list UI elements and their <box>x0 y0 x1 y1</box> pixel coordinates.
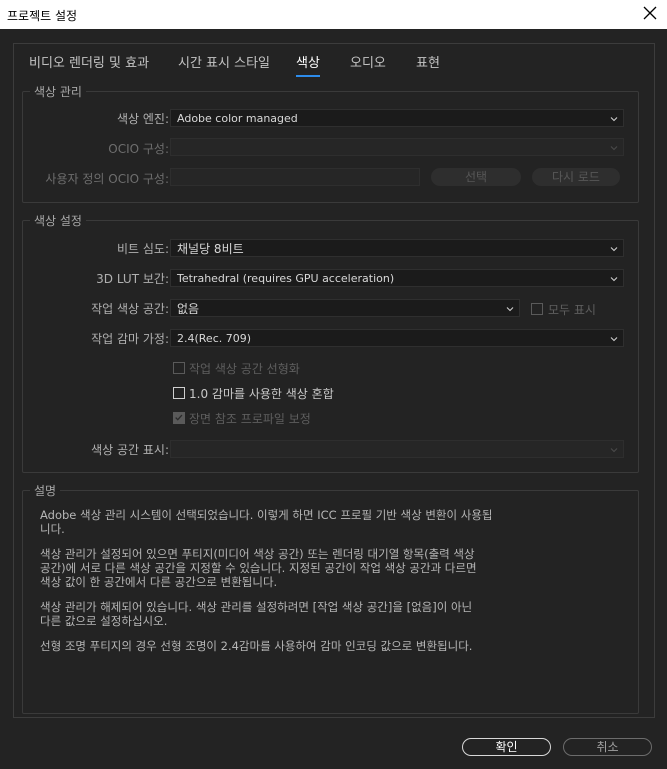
linearize-label: 작업 색상 공간 선형화 <box>189 362 300 376</box>
tab-time-display[interactable]: 시간 표시 스타일 <box>178 52 270 71</box>
display-space-label: 색상 공간 표시: <box>91 443 169 457</box>
chevron-down-icon <box>506 307 514 312</box>
chevron-down-icon <box>610 146 618 151</box>
description-title: 설명 <box>30 482 61 499</box>
color-engine-label: 색상 엔진: <box>116 112 169 126</box>
ocio-config-dropdown[interactable] <box>170 138 624 156</box>
scene-referred-checkbox[interactable] <box>173 412 185 424</box>
ok-button[interactable]: 확인 <box>462 738 551 756</box>
custom-ocio-path-field[interactable] <box>170 168 420 186</box>
bit-depth-value: 채널당 8비트 <box>177 242 244 256</box>
custom-ocio-label: 사용자 정의 OCIO 구성: <box>45 172 169 186</box>
color-management-title: 색상 관리 <box>30 83 86 100</box>
description-line: 색상 관리가 해제되어 있습니다. 색상 관리를 설정하려면 [작업 색상 공간… <box>40 600 473 614</box>
ocio-config-label: OCIO 구성: <box>108 142 169 156</box>
show-all-checkbox[interactable] <box>531 303 543 315</box>
description-line: 니다. <box>40 522 65 536</box>
close-icon[interactable] <box>643 6 657 20</box>
working-gamma-label: 작업 감마 가정: <box>91 332 169 346</box>
color-engine-value: Adobe color managed <box>177 112 298 125</box>
lut-interpolation-label: 3D LUT 보간: <box>96 272 169 286</box>
display-space-dropdown[interactable] <box>170 440 624 458</box>
working-gamma-value: 2.4(Rec. 709) <box>177 332 252 345</box>
window-title: 프로젝트 설정 <box>7 9 78 23</box>
lut-interpolation-value: Tetrahedral (requires GPU acceleration) <box>177 272 395 285</box>
description-text: Adobe 색상 관리 시스템이 선택되었습니다. 이렇게 하면 ICC 프로필… <box>40 508 540 653</box>
description-line: 색상 값이 한 공간에서 다른 공간으로 변환됩니다. <box>40 575 278 589</box>
chevron-down-icon <box>610 337 618 342</box>
color-settings-title: 색상 설정 <box>30 212 86 229</box>
description-line: 다른 값으로 설정하십시오. <box>40 614 168 628</box>
chevron-down-icon <box>610 448 618 453</box>
bit-depth-dropdown[interactable]: 채널당 8비트 <box>170 239 624 257</box>
scene-referred-label: 장면 참조 프로파일 보정 <box>189 412 311 426</box>
cancel-button[interactable]: 취소 <box>563 738 652 756</box>
working-gamma-dropdown[interactable]: 2.4(Rec. 709) <box>170 329 624 347</box>
tab-color[interactable]: 색상 <box>296 52 320 77</box>
chevron-down-icon <box>610 117 618 122</box>
tab-audio[interactable]: 오디오 <box>350 52 386 71</box>
working-space-label: 작업 색상 공간: <box>91 302 169 316</box>
reload-button[interactable]: 다시 로드 <box>532 168 620 186</box>
working-space-dropdown[interactable]: 없음 <box>170 299 520 317</box>
blend-gamma-checkbox[interactable] <box>173 387 185 399</box>
chevron-down-icon <box>610 277 618 282</box>
description-line: 색상 관리가 설정되어 있으면 푸티지(미디어 색상 공간) 또는 렌더링 대기… <box>40 547 475 561</box>
blend-gamma-label: 1.0 감마를 사용한 색상 혼합 <box>189 387 334 401</box>
show-all-label: 모두 표시 <box>548 303 596 317</box>
tab-video-rendering[interactable]: 비디오 렌더링 및 효과 <box>29 52 149 71</box>
working-space-value: 없음 <box>177 302 200 316</box>
checkmark-icon <box>175 414 183 421</box>
bit-depth-label: 비트 심도: <box>116 242 169 256</box>
title-bar: 프로젝트 설정 <box>0 0 667 29</box>
tab-expressions[interactable]: 표현 <box>416 52 440 71</box>
linearize-checkbox[interactable] <box>173 362 185 374</box>
select-button[interactable]: 선택 <box>431 168 521 186</box>
description-line: 공간)에 서로 다른 색상 공간을 지정할 수 있습니다. 지정된 공간이 작업… <box>40 561 477 575</box>
color-settings-group: 색상 설정 비트 심도: 채널당 8비트 3D LUT 보간: Tetrahed… <box>22 212 639 473</box>
description-line: 선형 조명 푸티지의 경우 선형 조명이 2.4감마를 사용하여 감마 인코딩 … <box>40 639 473 653</box>
tab-bar: 비디오 렌더링 및 효과 시간 표시 스타일 색상 오디오 표현 <box>14 44 654 77</box>
description-line: Adobe 색상 관리 시스템이 선택되었습니다. 이렇게 하면 ICC 프로필… <box>40 508 493 522</box>
lut-interpolation-dropdown[interactable]: Tetrahedral (requires GPU acceleration) <box>170 269 624 287</box>
color-engine-dropdown[interactable]: Adobe color managed <box>170 109 624 127</box>
chevron-down-icon <box>610 247 618 252</box>
color-management-group: 색상 관리 색상 엔진: Adobe color managed OCIO 구성… <box>22 83 639 203</box>
